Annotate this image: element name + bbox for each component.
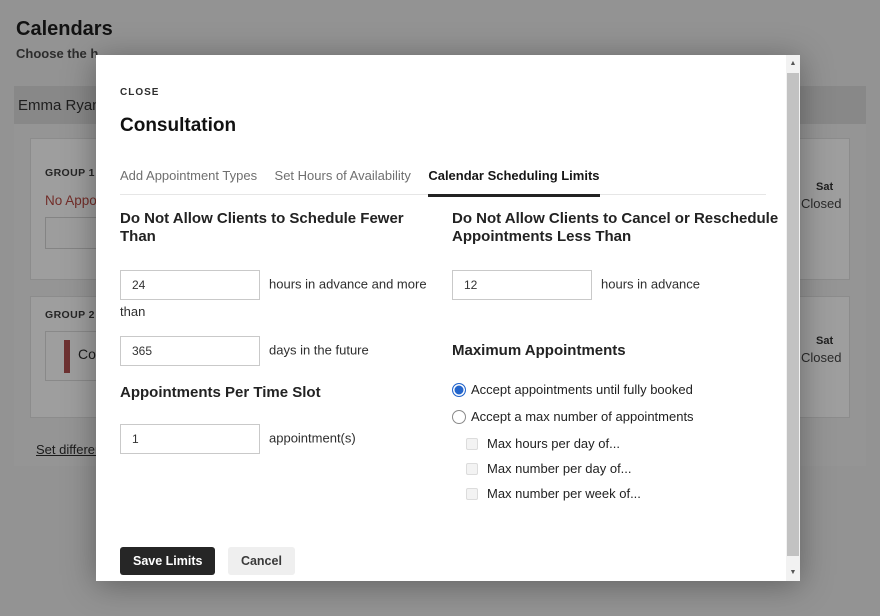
modal-actions: Save Limits Cancel — [120, 547, 295, 575]
tab-calendar-scheduling-limits[interactable]: Calendar Scheduling Limits — [428, 168, 599, 197]
checkbox-icon[interactable] — [466, 438, 478, 450]
tab-set-hours-of-availability[interactable]: Set Hours of Availability — [275, 168, 411, 194]
cancel-hours-input[interactable] — [452, 270, 592, 300]
radio-selected-icon[interactable] — [452, 383, 466, 397]
per-time-slot-heading: Appointments Per Time Slot — [120, 384, 442, 402]
cancel-reschedule-heading: Do Not Allow Clients to Cancel or Resche… — [452, 210, 782, 246]
radio-unselected-icon[interactable] — [452, 410, 466, 424]
days-in-future-label: days in the future — [269, 342, 369, 357]
scroll-down-icon[interactable]: ▼ — [786, 564, 800, 581]
maximum-appointments-heading: Maximum Appointments — [452, 342, 782, 360]
checkbox-icon[interactable] — [466, 488, 478, 500]
checkbox-max-number-per-week[interactable]: Max number per week of... — [466, 486, 782, 501]
tab-add-appointment-types[interactable]: Add Appointment Types — [120, 168, 257, 194]
radio-max-number-label: Accept a max number of appointments — [471, 409, 694, 424]
modal-title: Consultation — [120, 115, 236, 137]
hours-in-advance-input[interactable] — [120, 270, 260, 300]
checkbox-max-number-per-week-label: Max number per week of... — [487, 486, 641, 501]
save-limits-button[interactable]: Save Limits — [120, 547, 215, 575]
radio-fully-booked[interactable]: Accept appointments until fully booked — [452, 382, 782, 397]
radio-fully-booked-label: Accept appointments until fully booked — [471, 382, 693, 397]
schedule-fewer-heading: Do Not Allow Clients to Schedule Fewer T… — [120, 210, 442, 246]
checkbox-max-hours-per-day-label: Max hours per day of... — [487, 436, 620, 451]
days-in-future-row: days in the future — [120, 336, 442, 366]
appointments-per-slot-input[interactable] — [120, 424, 260, 454]
scroll-up-icon[interactable]: ▲ — [786, 55, 800, 72]
checkbox-max-number-per-day[interactable]: Max number per day of... — [466, 461, 782, 476]
checkbox-max-number-per-day-label: Max number per day of... — [487, 461, 632, 476]
hours-in-advance-row: hours in advance and more than — [120, 270, 442, 324]
appointments-per-slot-label: appointment(s) — [269, 430, 356, 445]
close-button[interactable]: CLOSE — [120, 87, 159, 98]
scrollbar-thumb[interactable] — [787, 73, 799, 556]
modal-tabs: Add Appointment Types Set Hours of Avail… — [120, 167, 766, 195]
cancel-button[interactable]: Cancel — [228, 547, 295, 575]
left-column: Do Not Allow Clients to Schedule Fewer T… — [120, 210, 442, 466]
scheduling-limits-modal: CLOSE Consultation Add Appointment Types… — [96, 55, 800, 581]
modal-scrollbar[interactable]: ▲ ▼ — [786, 55, 800, 581]
checkbox-icon[interactable] — [466, 463, 478, 475]
cancel-hours-row: hours in advance — [452, 270, 782, 300]
appointments-per-slot-row: appointment(s) — [120, 424, 442, 454]
checkbox-max-hours-per-day[interactable]: Max hours per day of... — [466, 436, 782, 451]
radio-max-number[interactable]: Accept a max number of appointments — [452, 409, 782, 424]
right-column: Do Not Allow Clients to Cancel or Resche… — [452, 210, 782, 511]
days-in-future-input[interactable] — [120, 336, 260, 366]
cancel-hours-label: hours in advance — [601, 276, 700, 291]
